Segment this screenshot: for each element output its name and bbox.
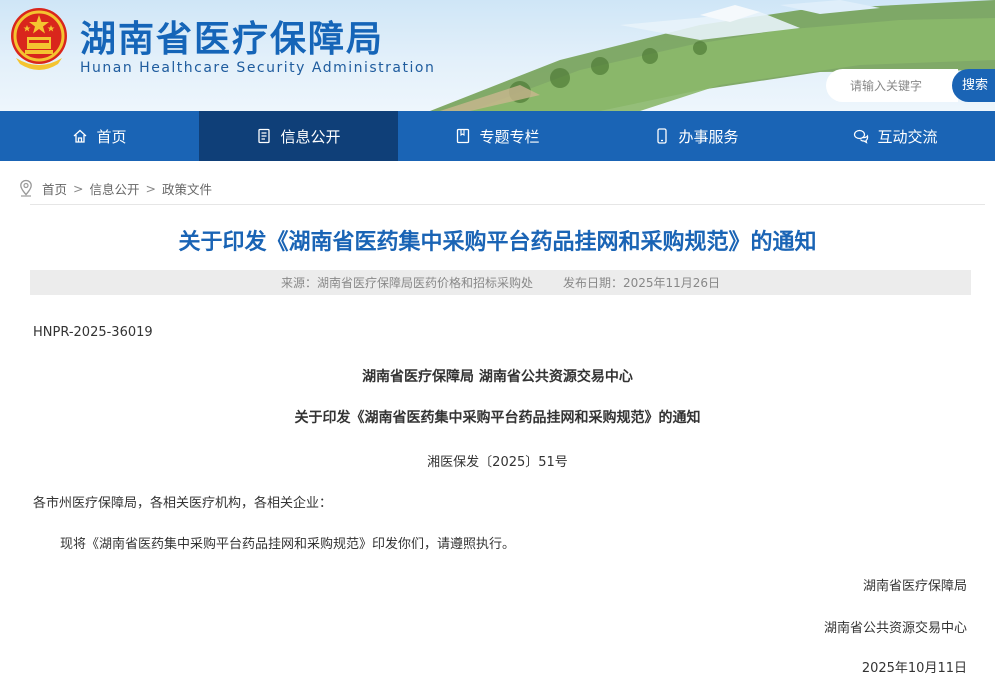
chat-icon (854, 129, 869, 144)
breadcrumb-separator: > (73, 180, 84, 196)
article-publish-date: 发布日期：2025年11月26日 (562, 276, 721, 290)
phone-icon (657, 128, 668, 144)
breadcrumb-home-link[interactable]: 首页 (42, 179, 67, 198)
issuing-agencies: 湖南省医疗保障局 湖南省公共资源交易中心 (362, 369, 633, 385)
article-title: 关于印发《湖南省医药集中采购平台药品挂网和采购规范》的通知 (178, 230, 817, 255)
nav-item-label: 互动交流 (877, 127, 938, 146)
site-title: 湖南省医疗保障局 (80, 18, 385, 60)
document-number: HNPR-2025-36019 (33, 325, 153, 340)
site-header: 湖南省医疗保障局 Hunan Healthcare Security Admin… (0, 0, 995, 111)
article-source: 来源：湖南省医疗保障局医药价格和招标采购处 (280, 276, 533, 290)
recipients: 各市州医疗保障局，各相关医疗机构，各相关企业： (33, 496, 333, 511)
document-icon (258, 128, 271, 144)
signature-date: 2025年10月11日 (861, 661, 967, 676)
body-paragraph: 现将《湖南省医药集中采购平台药品挂网和采购规范》印发你们，请遵照执行。 (60, 537, 516, 552)
signature-agency: 湖南省公共资源交易中心 (823, 621, 967, 636)
search-box (826, 69, 958, 102)
nav-item-label: 首页 (96, 127, 127, 146)
search-input[interactable] (826, 69, 958, 102)
nav-item-label: 办事服务 (678, 127, 739, 146)
site-subtitle: Hunan Healthcare Security Administration (80, 60, 436, 76)
article-meta-bar: 来源：湖南省医疗保障局医药价格和招标采购处 发布日期：2025年11月26日 (30, 270, 971, 295)
national-emblem-icon (11, 8, 67, 70)
search-button[interactable]: 搜索 (952, 69, 995, 102)
nav-item-services[interactable]: 办事服务 (597, 111, 796, 161)
nav-item-info-disclosure[interactable]: 信息公开 (199, 111, 398, 161)
signature-agency: 湖南省医疗保障局 (862, 579, 967, 594)
home-icon (74, 129, 87, 143)
location-pin-icon (20, 179, 32, 197)
notice-subtitle: 关于印发《湖南省医药集中采购平台药品挂网和采购规范》的通知 (294, 410, 701, 426)
nav-item-interaction[interactable]: 互动交流 (796, 111, 995, 161)
nav-item-label: 专题专栏 (479, 127, 540, 146)
nav-item-special-topics[interactable]: 专题专栏 (398, 111, 597, 161)
book-icon (457, 128, 470, 144)
breadcrumb: 首页 > 信息公开 > 政策文件 (18, 177, 212, 199)
breadcrumb-separator: > (145, 180, 156, 196)
nav-item-home[interactable]: 首页 (0, 111, 199, 161)
divider (30, 204, 985, 205)
nav-item-label: 信息公开 (280, 127, 341, 146)
main-nav: 首页 信息公开 专题专栏 办事服务 互动交流 (0, 111, 995, 161)
file-number: 湘医保发〔2025〕51号 (427, 455, 568, 470)
breadcrumb-info-link[interactable]: 信息公开 (90, 179, 140, 198)
breadcrumb-current[interactable]: 政策文件 (162, 179, 212, 198)
